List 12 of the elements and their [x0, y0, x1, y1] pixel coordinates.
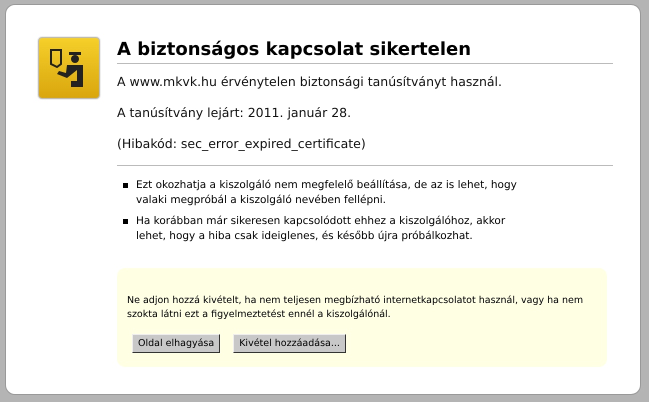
- error-title: A biztonságos kapcsolat sikertelen: [117, 37, 613, 64]
- bullet-icon: [123, 183, 128, 188]
- reason-text: Ha korábban már sikeresen kapcsolódott ehhez a kiszolgálóhoz, akkor lehet, hogy a hiba csak ideiglenes, és később újra próbálkozhat.: [136, 214, 506, 244]
- action-button[interactable]: Kivétel hozzáadása...: [233, 334, 346, 353]
- reason-text: Ezt okozhatja a kiszolgáló nem megfelelő beállítása, de az is lehet, hogy valaki megpróbál a kiszolgáló nevében fellépni.: [136, 178, 518, 208]
- action-button[interactable]: Oldal elhagyása: [132, 334, 220, 353]
- warning-text: Ne adjon hozzá kivételt, ha nem teljesen megbízható internetkapcsolatot használ, vagy ha nem szokta látni ezt a figyelmeztetést ennél a kiszolgálónál.: [127, 294, 584, 322]
- officer-icon: [38, 37, 100, 99]
- error-message: A www.mkvk.hu érvénytelen biztonsági tanúsítványt használ.: [117, 74, 503, 89]
- error-message: (Hibakód: sec_error_expired_certificate): [117, 136, 367, 151]
- bullet-icon: [123, 219, 128, 224]
- error-message: A tanúsítvány lejárt: 2011. január 28.: [117, 105, 352, 120]
